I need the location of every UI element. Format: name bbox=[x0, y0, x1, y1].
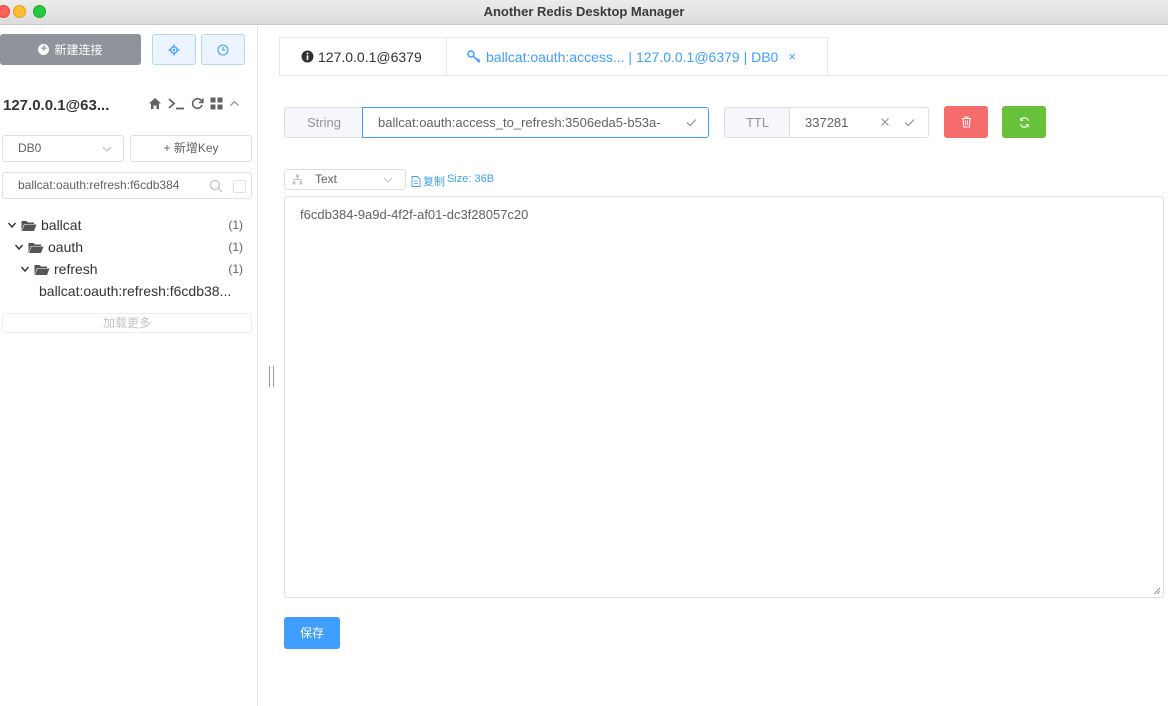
tab-key-detail[interactable]: ballcat:oauth:access... | 127.0.0.1@6379… bbox=[446, 37, 828, 76]
check-icon[interactable] bbox=[903, 116, 916, 129]
settings-button[interactable] bbox=[152, 34, 196, 65]
trash-icon bbox=[961, 116, 971, 128]
refresh-key-button[interactable] bbox=[1002, 106, 1046, 138]
chevron-up-icon[interactable] bbox=[229, 98, 240, 109]
load-more-button[interactable]: 加载更多 bbox=[2, 313, 252, 333]
new-connection-button[interactable]: + 新建连接 bbox=[0, 34, 141, 65]
db-select-value: DB0 bbox=[18, 141, 42, 155]
resize-handle[interactable] bbox=[269, 366, 274, 387]
folder-open-icon bbox=[34, 264, 50, 275]
search-icon[interactable] bbox=[209, 179, 223, 193]
tab-label: ballcat:oauth:access... | 127.0.0.1@6379… bbox=[486, 48, 779, 65]
tab-label: 127.0.0.1@6379 bbox=[318, 48, 422, 65]
refresh-icon[interactable] bbox=[191, 97, 204, 110]
tab-divider bbox=[279, 75, 1168, 76]
folder-open-icon bbox=[21, 220, 37, 231]
tree-count: (1) bbox=[228, 240, 243, 254]
clear-icon[interactable] bbox=[879, 116, 891, 128]
copy-value-button[interactable]: 复制 bbox=[411, 173, 445, 189]
value-size: Size: 36B bbox=[447, 173, 495, 185]
value-format-value: Text bbox=[315, 172, 338, 186]
value-textarea[interactable]: f6cdb384-9a9d-4f2f-af01-dc3f28057c20 bbox=[284, 196, 1164, 598]
tree-key-item[interactable]: ballcat:oauth:refresh:f6cdb38... bbox=[39, 281, 252, 301]
key-search-input[interactable]: ballcat:oauth:refresh:f6cdb384 bbox=[2, 172, 252, 199]
new-connection-label: 新建连接 bbox=[54, 43, 103, 57]
connection-name[interactable]: 127.0.0.1@63... bbox=[3, 97, 109, 114]
home-icon[interactable] bbox=[148, 97, 162, 110]
gear-icon bbox=[168, 44, 180, 55]
ttl-value: 337281 bbox=[805, 115, 849, 130]
sitemap-icon bbox=[292, 174, 303, 185]
tree-label: oauth bbox=[48, 239, 84, 255]
check-icon[interactable] bbox=[685, 116, 698, 129]
chevron-down-icon bbox=[383, 177, 393, 183]
ttl-label: TTL bbox=[724, 107, 790, 138]
key-icon bbox=[467, 50, 481, 63]
tree-key-label: ballcat:oauth:refresh:f6cdb38... bbox=[39, 283, 232, 299]
plus-circle-icon: + bbox=[38, 44, 50, 55]
copy-label: 复制 bbox=[423, 176, 445, 188]
resize-grip-icon[interactable] bbox=[1153, 587, 1161, 595]
tree-count: (1) bbox=[228, 262, 243, 276]
clock-icon bbox=[217, 43, 229, 56]
tab-connection-info[interactable]: 127.0.0.1@6379 bbox=[279, 37, 447, 76]
value-format-select[interactable]: Text bbox=[284, 169, 406, 190]
document-icon bbox=[411, 175, 421, 187]
chevron-down-icon bbox=[102, 146, 112, 152]
value-text: f6cdb384-9a9d-4f2f-af01-dc3f28057c20 bbox=[300, 207, 529, 222]
save-button[interactable]: 保存 bbox=[284, 617, 340, 649]
folder-open-icon bbox=[28, 242, 44, 253]
title-bar: Another Redis Desktop Manager bbox=[0, 0, 1168, 25]
chevron-down-icon bbox=[20, 266, 30, 273]
ttl-input[interactable]: 337281 bbox=[789, 107, 929, 138]
tree-label: ballcat bbox=[41, 217, 82, 233]
refresh-icon bbox=[1019, 116, 1029, 128]
key-name-input[interactable]: ballcat:oauth:access_to_refresh:3506eda5… bbox=[362, 107, 709, 138]
chevron-down-icon bbox=[14, 244, 24, 251]
add-key-button[interactable]: + 新增Key bbox=[130, 135, 252, 162]
tree-label: refresh bbox=[54, 261, 98, 277]
tree-folder-refresh[interactable]: refresh (1) bbox=[20, 259, 252, 279]
grid-icon[interactable] bbox=[210, 97, 223, 110]
history-button[interactable] bbox=[201, 34, 245, 65]
key-type-label: String bbox=[284, 107, 363, 138]
db-select[interactable]: DB0 bbox=[2, 135, 124, 162]
window-title: Another Redis Desktop Manager bbox=[483, 4, 685, 19]
info-icon bbox=[301, 50, 314, 63]
delete-key-button[interactable] bbox=[944, 106, 988, 138]
key-search-value: ballcat:oauth:refresh:f6cdb384 bbox=[18, 178, 180, 192]
tree-folder-oauth[interactable]: oauth (1) bbox=[14, 237, 252, 257]
tree-count: (1) bbox=[228, 218, 243, 232]
chevron-down-icon bbox=[7, 222, 17, 229]
sidebar: + 新建连接 127.0.0.1@63... DB0 + 新增Key ballc… bbox=[0, 26, 258, 706]
connection-toolbar bbox=[148, 97, 240, 110]
exact-search-checkbox[interactable] bbox=[233, 180, 246, 193]
tree-folder-ballcat[interactable]: ballcat (1) bbox=[7, 215, 252, 235]
key-name-value: ballcat:oauth:access_to_refresh:3506eda5… bbox=[378, 115, 661, 130]
close-tab-icon[interactable]: × bbox=[788, 49, 796, 64]
terminal-icon[interactable] bbox=[168, 97, 185, 110]
